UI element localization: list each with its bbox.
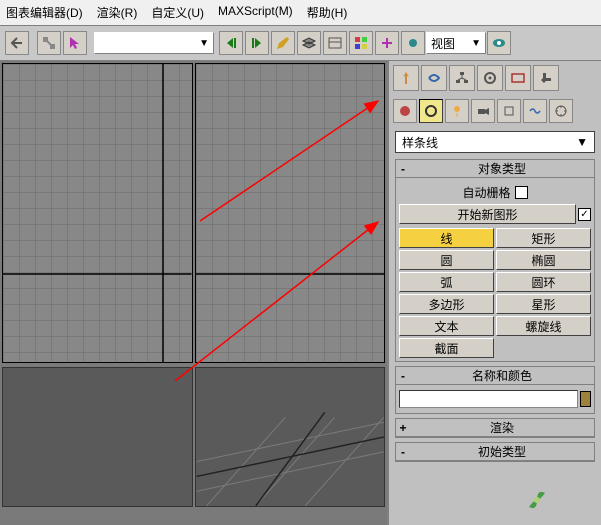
viewport-bottom-left[interactable]	[2, 367, 193, 507]
collapse-icon: -	[396, 162, 410, 176]
create-category-row	[391, 97, 599, 125]
object-type-rollout: - 对象类型 自动栅格 开始新图形 ✓ 线 矩形 圆 椭圆 弧	[395, 159, 595, 362]
shapes-category[interactable]	[419, 99, 443, 123]
viewport-top-left[interactable]	[2, 63, 193, 363]
object-type-title: 对象类型	[410, 160, 594, 177]
command-panel-tabs	[391, 63, 599, 93]
prev-key-button[interactable]	[219, 31, 243, 55]
menu-editor[interactable]: 图表编辑器(D)	[6, 4, 83, 21]
initial-type-header[interactable]: - 初始类型	[396, 443, 594, 461]
create-tab[interactable]	[393, 65, 419, 91]
helpers-category[interactable]	[497, 99, 521, 123]
undo-button[interactable]	[5, 31, 29, 55]
auto-grid-checkbox[interactable]	[515, 186, 528, 199]
subcategory-dropdown[interactable]: 样条线 ▼	[395, 131, 595, 153]
link-button[interactable]	[37, 31, 61, 55]
coord-system-button[interactable]	[375, 31, 399, 55]
viewport-top-right[interactable]	[195, 63, 386, 363]
rendering-title: 渲染	[410, 419, 594, 436]
watermark-logo	[525, 485, 595, 518]
command-panel: 样条线 ▼ - 对象类型 自动栅格 开始新图形 ✓ 线 矩形	[387, 61, 601, 525]
menu-bar: 图表编辑器(D) 渲染(R) 自定义(U) MAXScript(M) 帮助(H)	[0, 0, 601, 25]
rendering-header[interactable]: + 渲染	[396, 419, 594, 437]
menu-render[interactable]: 渲染(R)	[97, 4, 138, 21]
auto-grid-label: 自动栅格	[462, 184, 510, 201]
helix-button[interactable]: 螺旋线	[496, 316, 591, 336]
name-color-header[interactable]: - 名称和颜色	[396, 367, 594, 385]
spacewarps-category[interactable]	[523, 99, 547, 123]
donut-button[interactable]: 圆环	[496, 272, 591, 292]
arc-button[interactable]: 弧	[399, 272, 494, 292]
circle-button[interactable]: 圆	[399, 250, 494, 270]
edit-button[interactable]	[271, 31, 295, 55]
expand-icon: +	[396, 421, 410, 435]
motion-tab[interactable]	[477, 65, 503, 91]
utilities-tab[interactable]	[533, 65, 559, 91]
subcategory-label: 样条线	[402, 134, 438, 151]
schematic-button[interactable]	[323, 31, 347, 55]
object-name-input[interactable]	[399, 390, 578, 408]
geometry-category[interactable]	[393, 99, 417, 123]
rendering-rollout: + 渲染	[395, 418, 595, 438]
section-button[interactable]: 截面	[399, 338, 494, 358]
quick-render-button[interactable]	[487, 31, 511, 55]
collapse-icon: -	[396, 445, 410, 459]
systems-category[interactable]	[549, 99, 573, 123]
viewport-label: 视图	[431, 35, 455, 52]
ngon-button[interactable]: 多边形	[399, 294, 494, 314]
cameras-category[interactable]	[471, 99, 495, 123]
star-button[interactable]: 星形	[496, 294, 591, 314]
line-button[interactable]: 线	[399, 228, 494, 248]
chevron-down-icon: ▼	[576, 135, 588, 149]
menu-customize[interactable]: 自定义(U)	[151, 4, 204, 21]
next-key-button[interactable]	[245, 31, 269, 55]
name-color-rollout: - 名称和颜色	[395, 366, 595, 414]
viewport-bottom-right[interactable]	[195, 367, 386, 507]
modify-tab[interactable]	[421, 65, 447, 91]
object-type-header[interactable]: - 对象类型	[396, 160, 594, 178]
menu-maxscript[interactable]: MAXScript(M)	[218, 4, 293, 21]
text-button[interactable]: 文本	[399, 316, 494, 336]
viewport-area[interactable]	[0, 61, 387, 525]
object-type-grid: 线 矩形 圆 椭圆 弧 圆环 多边形 星形 文本 螺旋线 截面	[399, 228, 591, 358]
rectangle-button[interactable]: 矩形	[496, 228, 591, 248]
material-editor-button[interactable]	[349, 31, 373, 55]
hierarchy-tab[interactable]	[449, 65, 475, 91]
initial-type-title: 初始类型	[410, 443, 594, 460]
selection-filter-dropdown[interactable]: ▼	[94, 32, 214, 54]
render-setup-button[interactable]	[401, 31, 425, 55]
main-toolbar: ▼ 视图▼	[0, 25, 601, 61]
name-color-title: 名称和颜色	[410, 367, 594, 384]
lights-category[interactable]	[445, 99, 469, 123]
display-tab[interactable]	[505, 65, 531, 91]
collapse-icon: -	[396, 369, 410, 383]
start-new-shape-checkbox[interactable]: ✓	[578, 208, 591, 221]
menu-help[interactable]: 帮助(H)	[307, 4, 348, 21]
viewport-dropdown[interactable]: 视图▼	[426, 32, 486, 54]
select-button[interactable]	[63, 31, 87, 55]
initial-type-rollout: - 初始类型	[395, 442, 595, 462]
layers-button[interactable]	[297, 31, 321, 55]
start-new-shape-button[interactable]: 开始新图形	[399, 204, 576, 224]
ellipse-button[interactable]: 椭圆	[496, 250, 591, 270]
object-color-swatch[interactable]	[580, 391, 591, 407]
